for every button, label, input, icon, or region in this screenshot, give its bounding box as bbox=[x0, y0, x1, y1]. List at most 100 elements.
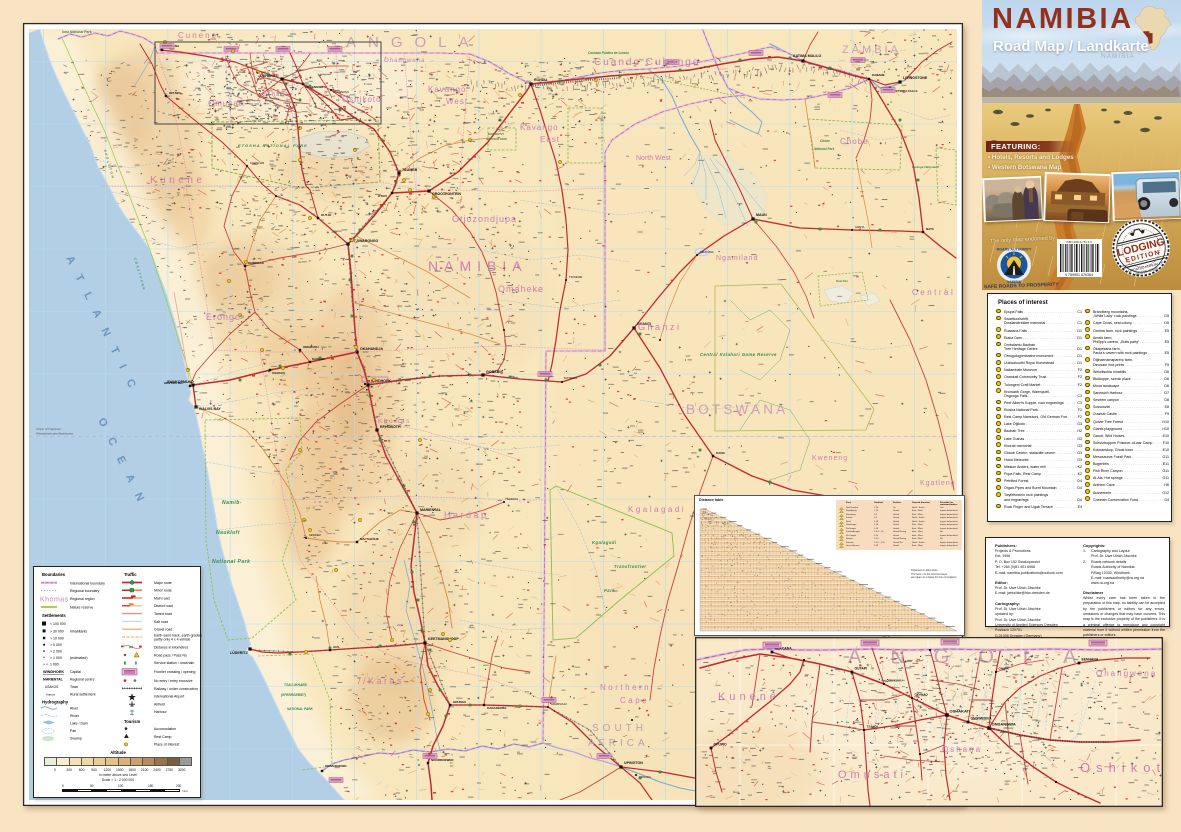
svg-text:> 10 000: > 10 000 bbox=[50, 636, 64, 640]
svg-text:Iona National Park: Iona National Park bbox=[62, 30, 93, 34]
svg-text:Kgalagadi: Kgalagadi bbox=[628, 505, 686, 514]
svg-text:No entry / entry excusive: No entry / entry excusive bbox=[154, 679, 193, 683]
svg-text:Major route: Major route bbox=[154, 581, 172, 585]
svg-text:Central Kalahari Game Reserve: Central Kalahari Game Reserve bbox=[700, 352, 777, 357]
svg-text:Omaheke: Omaheke bbox=[498, 284, 544, 294]
svg-text:OSHAKATI: OSHAKATI bbox=[950, 709, 971, 714]
svg-text:Oshikoto: Oshikoto bbox=[1080, 760, 1179, 775]
svg-text:Aranos: Aranos bbox=[46, 692, 55, 696]
svg-text:UPINGTON: UPINGTON bbox=[624, 761, 643, 765]
svg-text:NATIONAL PARK: NATIONAL PARK bbox=[287, 707, 314, 711]
svg-text:Traffic: Traffic bbox=[124, 572, 137, 577]
svg-text:> 5 000: > 5 000 bbox=[50, 643, 62, 647]
svg-text:Inhabitants: Inhabitants bbox=[70, 629, 87, 633]
svg-text:OUTJO: OUTJO bbox=[321, 213, 332, 217]
svg-text:OPUWO: OPUWO bbox=[169, 91, 181, 95]
svg-text:Railway / under construction: Railway / under construction bbox=[154, 687, 198, 691]
svg-text:Nxai Pan: Nxai Pan bbox=[836, 279, 848, 283]
svg-text:KARIBIB: KARIBIB bbox=[312, 357, 325, 361]
svg-text:MALTAHÖHE: MALTAHÖHE bbox=[360, 536, 379, 541]
svg-text:Chobe: Chobe bbox=[820, 139, 830, 143]
svg-text:SOUTH: SOUTH bbox=[592, 723, 647, 734]
svg-text:WINDHOEK: WINDHOEK bbox=[43, 670, 64, 674]
svg-text:Park: Park bbox=[604, 588, 615, 593]
svg-text:Service station / uncertain: Service station / uncertain bbox=[154, 661, 194, 665]
svg-text:Northern: Northern bbox=[600, 683, 651, 692]
svg-text:Kgalagadi: Kgalagadi bbox=[592, 540, 617, 545]
svg-text:NATA: NATA bbox=[926, 227, 935, 231]
svg-text:KARASBURG: KARASBURG bbox=[487, 706, 507, 710]
svg-text:North West: North West bbox=[636, 155, 671, 162]
svg-text:Namib-: Namib- bbox=[222, 500, 242, 506]
svg-text:ROADS AUTHORITY: ROADS AUTHORITY bbox=[997, 248, 1032, 252]
svg-text:MARIENTAL: MARIENTAL bbox=[43, 678, 63, 682]
svg-text:District road: District road bbox=[154, 604, 173, 608]
svg-text:Town: Town bbox=[70, 685, 78, 689]
svg-text:Oshana: Oshana bbox=[942, 745, 982, 754]
svg-text:GWETA: GWETA bbox=[855, 225, 865, 229]
svg-text:National Park: National Park bbox=[212, 559, 250, 565]
svg-text:Rural settlement: Rural settlement bbox=[70, 692, 96, 696]
svg-text:Ghanzi: Ghanzi bbox=[638, 322, 682, 332]
svg-text:TSAU //KHAEB: TSAU //KHAEB bbox=[284, 683, 307, 687]
svg-text:ONDANGWA: ONDANGWA bbox=[992, 722, 1016, 727]
svg-text:Lake / Dam: Lake / Dam bbox=[70, 721, 88, 725]
svg-text:KHORIXAS: KHORIXAS bbox=[248, 261, 264, 265]
svg-text:River: River bbox=[70, 707, 79, 711]
svg-text:Gravel road: Gravel road bbox=[154, 628, 172, 632]
svg-text:International boundary: International boundary bbox=[70, 581, 105, 585]
svg-text:9 789991 676364: 9 789991 676364 bbox=[1065, 273, 1093, 277]
svg-text:ZAMBIA: ZAMBIA bbox=[842, 44, 901, 56]
svg-text:Ohangwena: Ohangwena bbox=[1096, 669, 1157, 678]
svg-text:HENTIES BAY: HENTIES BAY bbox=[164, 381, 184, 385]
svg-text:> 2 000: > 2 000 bbox=[50, 650, 62, 654]
svg-text:Transfrontier: Transfrontier bbox=[614, 564, 646, 569]
svg-text:Hydrography: Hydrography bbox=[42, 700, 69, 705]
svg-text:Nature reserve: Nature reserve bbox=[70, 605, 93, 609]
svg-text:Tropic of Capricorn: Tropic of Capricorn bbox=[36, 427, 62, 431]
svg-text:Kunene: Kunene bbox=[150, 175, 205, 186]
svg-text:Kgatleng: Kgatleng bbox=[920, 480, 956, 487]
svg-text:> 30 000: > 30 000 bbox=[50, 629, 64, 633]
svg-text:Main road: Main road bbox=[154, 596, 170, 600]
svg-text:Wendekreis des Steinbocks: Wendekreis des Steinbocks bbox=[36, 432, 73, 436]
svg-text:SESRIEM: SESRIEM bbox=[309, 533, 321, 537]
svg-text:Salt road: Salt road bbox=[154, 620, 168, 624]
svg-text:Tarred road: Tarred road bbox=[154, 612, 172, 616]
svg-text:SEHITHWA: SEHITHWA bbox=[700, 250, 714, 254]
svg-text:Airfield: Airfield bbox=[154, 702, 165, 706]
svg-text:MAUN: MAUN bbox=[756, 213, 767, 217]
svg-text:OPUWO: OPUWO bbox=[714, 743, 728, 747]
svg-text:ONGWEDIVA: ONGWEDIVA bbox=[971, 717, 993, 721]
svg-text:Road pass / Pass No: Road pass / Pass No bbox=[154, 653, 187, 657]
svg-text:MANGETTI: MANGETTI bbox=[488, 132, 504, 136]
svg-text:(estimated): (estimated) bbox=[70, 656, 88, 660]
svg-text:Regional region: Regional region bbox=[70, 597, 95, 601]
svg-text:LÜDERITZ: LÜDERITZ bbox=[230, 650, 249, 655]
svg-text:Otjozondjupa: Otjozondjupa bbox=[452, 214, 517, 224]
svg-text:Regional centre: Regional centre bbox=[70, 678, 95, 682]
svg-text:MARIENTAL: MARIENTAL bbox=[420, 508, 442, 512]
svg-text:WALVIS BAY: WALVIS BAY bbox=[199, 407, 221, 411]
svg-text:Central: Central bbox=[912, 288, 955, 297]
svg-text:GRÜNAU: GRÜNAU bbox=[453, 699, 466, 704]
svg-text:ETOSHA NATIONAL PARK: ETOSHA NATIONAL PARK bbox=[238, 143, 308, 148]
svg-text:Ngamiland: Ngamiland bbox=[716, 255, 758, 262]
svg-text:Distance in kilometres: Distance in kilometres bbox=[154, 645, 188, 649]
svg-text:KATIMA MULILO: KATIMA MULILO bbox=[793, 54, 822, 58]
svg-text:ARANOS: ARANOS bbox=[507, 497, 518, 501]
svg-text:Tourism: Tourism bbox=[124, 719, 140, 724]
svg-text:OSHIKUKU: OSHIKUKU bbox=[887, 679, 903, 683]
svg-text://Karas: //Karas bbox=[358, 676, 404, 686]
svg-text:> 1 000: > 1 000 bbox=[50, 656, 62, 660]
svg-text:ANGOLA: ANGOLA bbox=[848, 646, 1105, 668]
svg-text:Boundaries: Boundaries bbox=[42, 572, 66, 577]
svg-text:NAMIBIA: NAMIBIA bbox=[428, 258, 528, 274]
svg-text:Rivier: Rivier bbox=[70, 714, 80, 718]
svg-text:International Airport: International Airport bbox=[154, 695, 184, 699]
svg-text:Naukluft: Naukluft bbox=[216, 530, 240, 536]
svg-text:National Park: National Park bbox=[814, 147, 835, 151]
svg-text:Hardap: Hardap bbox=[444, 510, 489, 520]
svg-text:KANG: KANG bbox=[716, 451, 725, 455]
svg-text:Rest Camp: Rest Camp bbox=[154, 735, 172, 739]
